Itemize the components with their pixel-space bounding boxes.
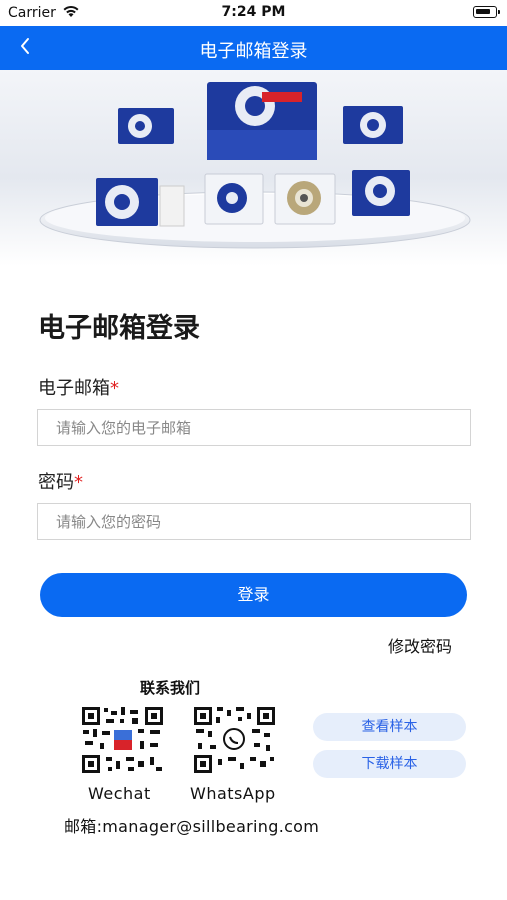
required-mark: * [74, 472, 83, 493]
nav-title: 电子邮箱登录 [199, 41, 308, 62]
wechat-qr-icon [80, 705, 165, 775]
product-banner [0, 70, 507, 266]
change-password-link[interactable]: 修改密码 [388, 633, 452, 657]
password-input[interactable] [37, 503, 471, 540]
view-sample-button[interactable]: 查看样本 [313, 713, 466, 741]
email-input[interactable] [37, 409, 471, 446]
email-label-text: 电子邮箱 [38, 378, 110, 399]
required-mark: * [110, 378, 119, 399]
page-title: 电子邮箱登录 [38, 313, 200, 344]
contact-title: 联系我们 [140, 679, 201, 697]
wechat-label: Wechat [88, 784, 151, 803]
download-sample-button[interactable]: 下载样本 [313, 750, 466, 778]
email-label: 电子邮箱* [38, 374, 119, 400]
nav-bar: 电子邮箱登录 [0, 26, 507, 70]
bearing-boxes-illustration [39, 82, 471, 249]
whatsapp-qr-icon [192, 705, 277, 775]
battery-icon [473, 6, 500, 18]
login-button[interactable]: 登录 [40, 573, 467, 617]
contact-email: 邮箱:manager@sillbearing.com [64, 817, 320, 836]
whatsapp-label: WhatsApp [190, 784, 276, 803]
password-label-text: 密码 [38, 472, 74, 493]
status-bar: Carrier 7:24 PM [0, 0, 507, 26]
clock: 7:24 PM [221, 4, 286, 20]
password-label: 密码* [38, 468, 83, 494]
